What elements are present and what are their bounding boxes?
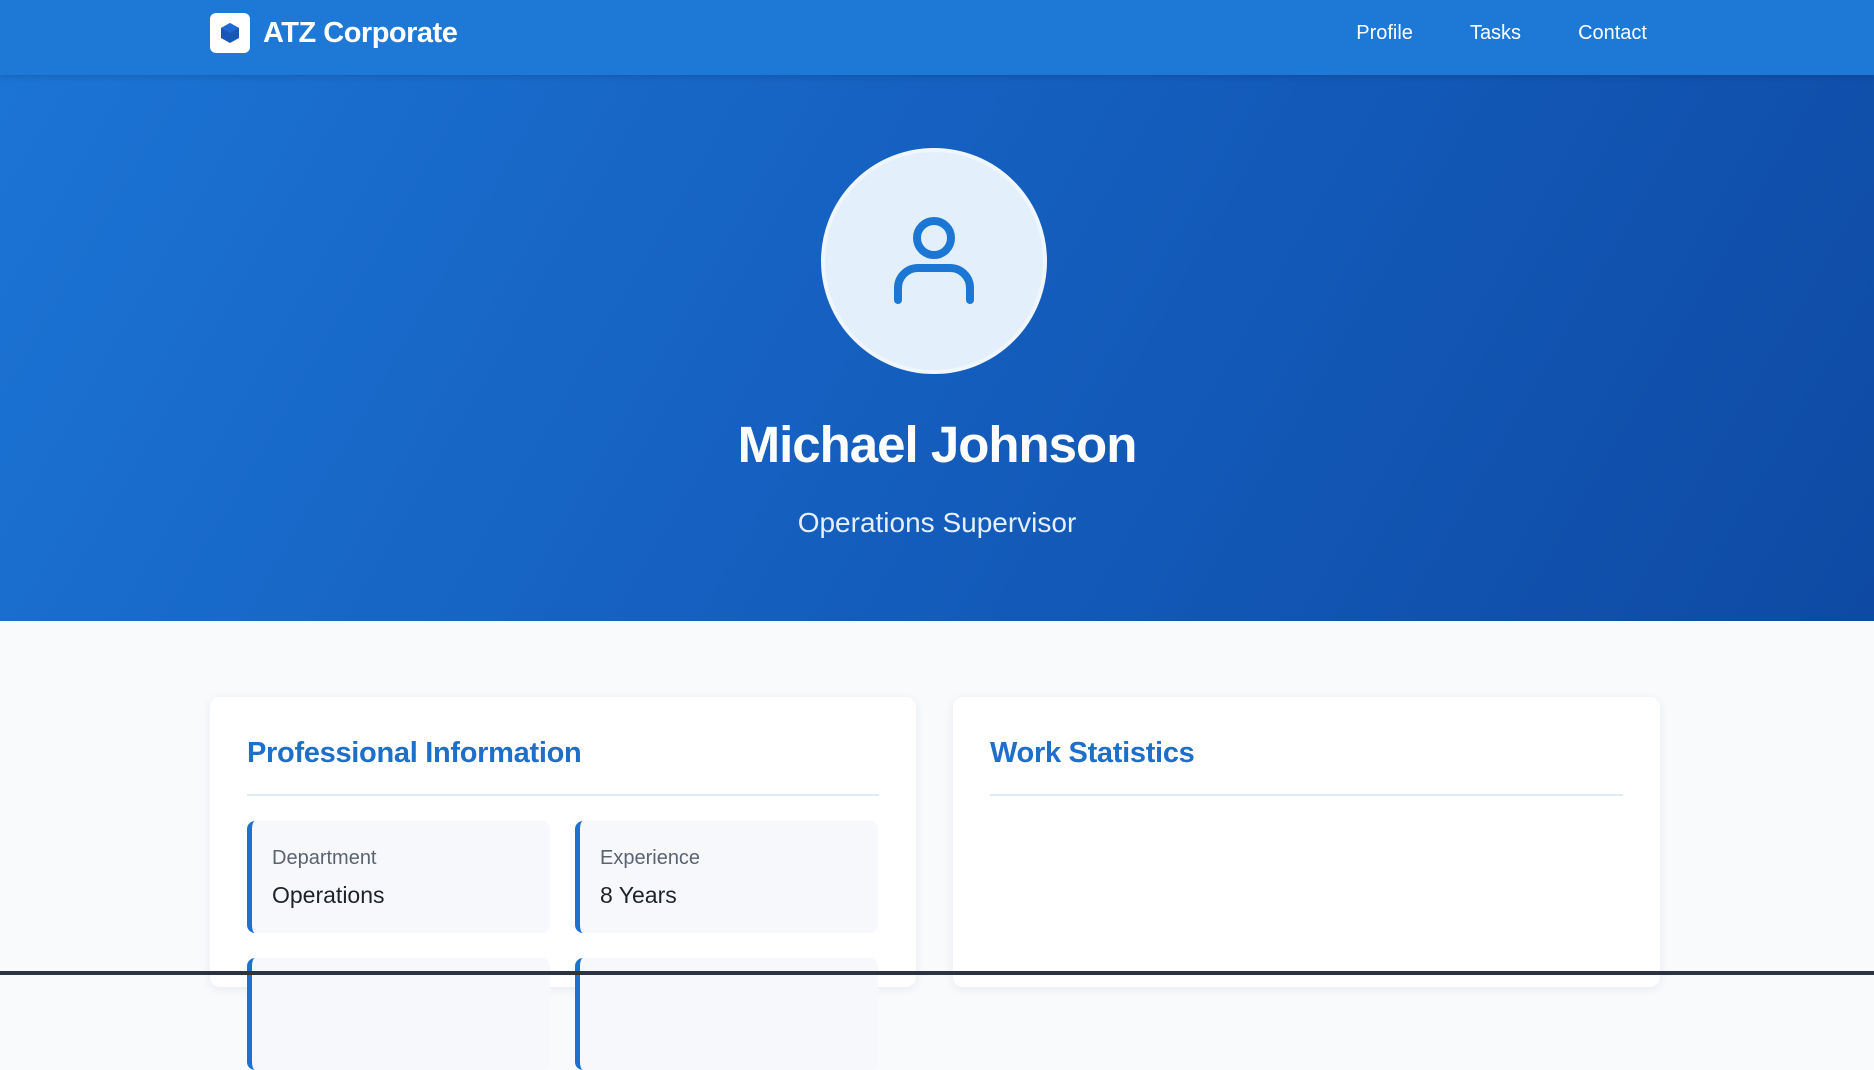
nav-link-contact[interactable]: Contact [1578, 22, 1647, 45]
nav-link-profile[interactable]: Profile [1356, 22, 1413, 45]
divider [990, 794, 1623, 796]
profile-job-title: Operations Supervisor [797, 507, 1077, 538]
profile-hero: Michael Johnson Operations Supervisor [0, 75, 1874, 621]
info-tile-department: Department Operations [247, 821, 550, 933]
card-heading: Work Statistics [990, 737, 1195, 769]
profile-name: Michael Johnson [737, 416, 1138, 473]
brand-name: ATZ Corporate [263, 16, 458, 49]
nav-link-tasks[interactable]: Tasks [1470, 22, 1521, 45]
info-label: Department [272, 847, 377, 869]
avatar [821, 148, 1047, 374]
info-label: Experience [600, 847, 701, 869]
info-tile-experience: Experience 8 Years [575, 821, 878, 933]
card-heading: Professional Information [247, 737, 582, 769]
info-value: 8 Years [600, 882, 677, 908]
brand[interactable]: ATZ Corporate [210, 13, 458, 53]
cube-icon [210, 13, 250, 53]
user-icon [894, 217, 974, 304]
work-statistics-card: Work Statistics [953, 697, 1660, 987]
window-bottom-edge [0, 971, 1874, 975]
top-navbar: ATZ Corporate Profile Tasks Contact [0, 0, 1874, 75]
main-nav: Profile Tasks Contact [1299, 0, 1647, 66]
professional-information-card: Professional Information Department Oper… [210, 697, 916, 1070]
info-value: Operations [272, 882, 385, 908]
divider [247, 794, 879, 796]
